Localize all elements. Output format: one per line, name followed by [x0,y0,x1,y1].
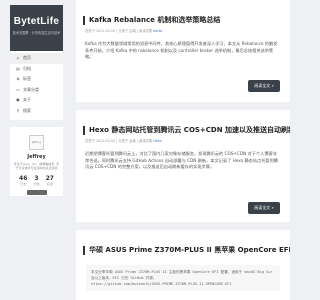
nav-label: 关于 [23,97,31,103]
read-more-button[interactable]: 阅读全文 » [248,80,280,92]
site-title[interactable]: BytetLife [10,5,63,27]
post-excerpt: 本文分享华硕 ASUS Prime Z370M-PLUS II 主板的黑苹果 O… [86,265,280,291]
main-nav: ⌂ 首页 ▤ 归档 ◈ 标签 ▭ 文章分类 ● 关于 ⚲ 搜索 [10,51,63,120]
post-tag[interactable]: Hexo [153,139,161,143]
nav-label: 搜索 [23,107,31,113]
post-meta-text: 发表于 2021-05-20 | 分类于 后端 | 阅读次数 [85,29,153,33]
site-subtitle: 技术无国界 · 分享改变生活与技术 [12,31,61,35]
stat-label: 分类 [33,182,40,186]
post-title[interactable]: Hexo 静态网站托管到腾讯云 COS+CDN 加速以及推送自动刷新完美方案 [83,126,290,135]
post-card: Kafka Rebalance 机制和选举策略总结 发表于 2021-05-20… [76,0,290,102]
post-card: Hexo 静态网站托管到腾讯云 COS+CDN 加速以及推送自动刷新完美方案 发… [76,110,290,222]
site-stats: 46 日志 3 分类 27 标签 [10,175,63,186]
stat-label: 日志 [20,182,27,186]
author-profile: Jeffrey Jeffrey 专注于Java、Go、前端等技术, 乐于分享技术… [10,127,63,196]
stat-categories[interactable]: 3 分类 [33,175,39,186]
nav-item-home[interactable]: ⌂ 首页 [10,53,63,64]
author-description: 专注于Java、Go、前端等技术, 乐于分享技术与生活中的点点滴滴 [13,162,60,170]
nav-label: 标签 [23,76,31,82]
avatar: Jeffrey [29,135,44,150]
folder-icon: ▭ [16,86,20,92]
post-meta: 发表于 2021-05-20 | 分类于 后端 | 阅读次数 Kafka [85,28,290,33]
stat-number: 27 [45,175,54,182]
nav-item-search[interactable]: ⚲ 搜索 [10,106,63,117]
home-icon: ⌂ [16,55,20,61]
stat-tags[interactable]: 27 标签 [46,175,54,186]
tag-icon: ◈ [16,76,20,82]
user-icon: ● [16,97,20,103]
nav-label: 归档 [23,65,31,71]
search-icon: ⚲ [16,107,20,113]
post-excerpt: 近期把博客托管到腾讯云上，对比了国内几家对象存储服务，发现腾讯云的 COS+CD… [85,151,278,169]
author-name: Jeffrey [27,154,46,160]
stat-number: 3 [34,175,39,182]
stat-label: 标签 [46,182,53,186]
nav-item-categories[interactable]: ▭ 文章分类 [10,85,63,96]
post-meta-text: 发表于 2021-05-02 | 分类于 运维 | 阅读次数 [85,139,153,143]
post-title[interactable]: Kafka Rebalance 机制和选举策略总结 [83,16,290,25]
stat-posts[interactable]: 46 日志 [19,175,27,186]
archive-icon: ▤ [16,65,20,71]
post-excerpt: Kafka 作为大数据领域常用的消息中间件，其核心原理值得开发者深入学习，本文从… [85,41,278,59]
post-card: 华硕 ASUS Prime Z370M-PLUS II 黑苹果 OpenCore… [76,230,290,300]
nav-item-about[interactable]: ● 关于 [10,95,63,106]
post-title[interactable]: 华硕 ASUS Prime Z370M-PLUS II 黑苹果 OpenCore… [83,246,290,255]
nav-item-tags[interactable]: ◈ 标签 [10,74,63,85]
cc-license-badge[interactable] [26,190,47,195]
nav-label: 文章分类 [23,86,39,92]
read-more-button[interactable]: 阅读全文 » [248,202,280,214]
post-tag[interactable]: Kafka [153,29,162,33]
site-brand[interactable]: BytetLife 技术无国界 · 分享改变生活与技术 [10,5,63,51]
sidebar: BytetLife 技术无国界 · 分享改变生活与技术 ⌂ 首页 ▤ 归档 ◈ 标签 … [10,5,63,196]
post-meta: 发表于 2021-05-02 | 分类于 运维 | 阅读次数 Hexo [85,138,290,143]
stat-number: 46 [19,175,28,182]
nav-item-archive[interactable]: ▤ 归档 [10,64,63,75]
nav-label: 首页 [23,55,31,61]
